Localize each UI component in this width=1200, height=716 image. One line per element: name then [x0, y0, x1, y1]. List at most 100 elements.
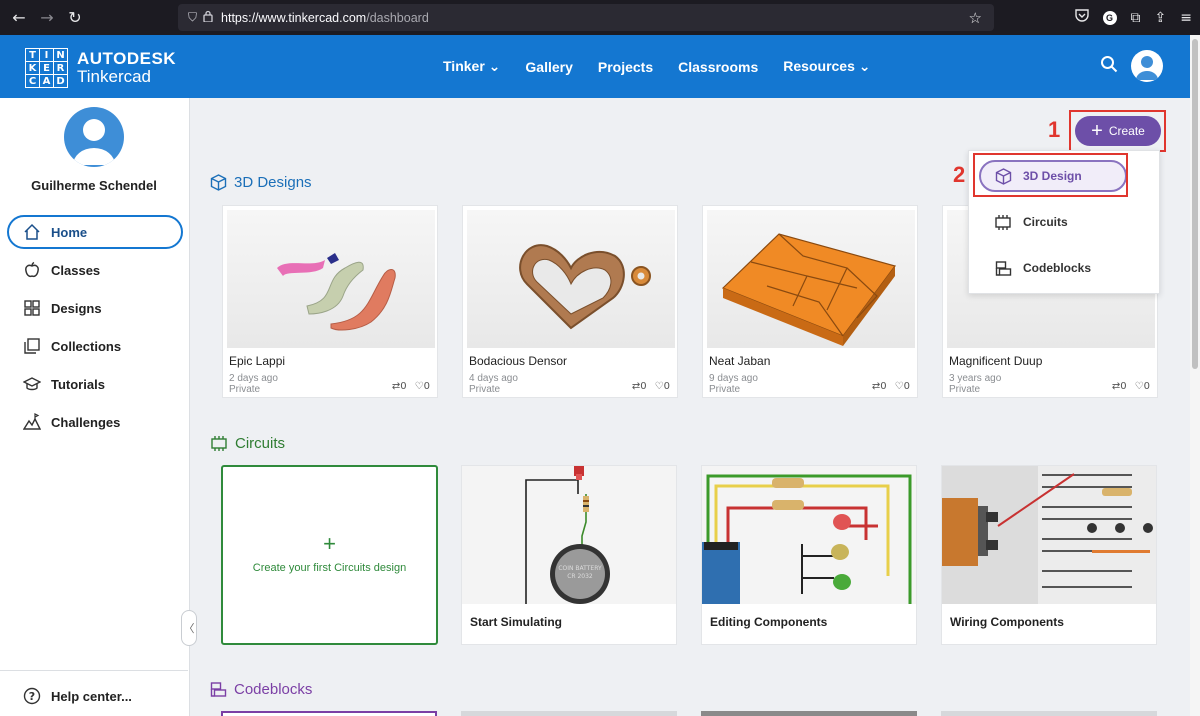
nav-tinker[interactable]: Tinker ⌄	[443, 58, 500, 75]
sidebar-item-home[interactable]: Home	[7, 215, 183, 249]
circuit-card-wiring-components[interactable]: Wiring Components	[941, 465, 1157, 645]
help-center-link[interactable]: ? Help center...	[7, 679, 183, 713]
bookmark-star-icon[interactable]: ☆	[969, 9, 982, 27]
like-stat: ♡0	[1135, 381, 1150, 392]
codeblocks-create-card-peek[interactable]	[221, 711, 437, 716]
sidebar-item-challenges[interactable]: Challenges	[7, 405, 183, 439]
design-card[interactable]: Neat Jaban 9 days ago Private ⇄0 ♡0	[702, 205, 918, 398]
heart-icon: ♡	[414, 381, 424, 392]
menu-item-codeblocks[interactable]: Codeblocks	[979, 252, 1127, 284]
circuit-card-label: Editing Components	[710, 615, 828, 629]
codeblocks-card-peek[interactable]	[941, 711, 1157, 716]
design-privacy: Private	[469, 384, 501, 395]
design-name[interactable]: Bodacious Densor	[469, 354, 567, 368]
design-privacy: Private	[709, 384, 741, 395]
share-icon[interactable]: ⇪	[1155, 10, 1167, 26]
sidebar-item-classes[interactable]: Classes	[7, 253, 183, 287]
logo-letter: R	[54, 62, 67, 74]
shield-icon: ⛉	[188, 10, 198, 24]
url-text: https://www.tinkercad.com/dashboard	[221, 11, 429, 25]
circuit-card-label: Start Simulating	[470, 615, 563, 629]
reload-icon[interactable]: ↻	[61, 8, 89, 27]
forward-arrow-icon[interactable]: →	[33, 8, 61, 27]
graduation-cap-icon	[22, 374, 42, 394]
nav-classrooms[interactable]: Classrooms	[678, 59, 758, 75]
design-meta: 9 days ago Private	[709, 373, 758, 395]
plus-icon: +	[1091, 120, 1103, 142]
menu-item-label: Circuits	[1023, 215, 1068, 229]
design-stats: ⇄0 ♡0	[392, 381, 430, 392]
remix-count: 0	[880, 381, 887, 392]
extensions-icon[interactable]: ⧉	[1131, 10, 1141, 26]
circuit-thumbnail: COIN BATTERY CR 2032	[462, 466, 676, 604]
design-thumbnail[interactable]	[227, 210, 435, 348]
like-stat: ♡0	[655, 381, 670, 392]
chip-icon	[210, 435, 228, 452]
design-date: 2 days ago	[229, 373, 278, 384]
sidebar-divider	[0, 670, 188, 671]
nav-resources[interactable]: Resources ⌄	[783, 58, 870, 75]
codeblocks-icon	[210, 681, 227, 698]
nav-gallery[interactable]: Gallery	[525, 59, 572, 75]
sidebar-item-label: Home	[51, 224, 88, 240]
annotation-highlight-3d-design	[973, 153, 1128, 197]
create-circuits-card[interactable]: + Create your first Circuits design	[221, 465, 438, 645]
back-arrow-icon[interactable]: ←	[5, 8, 33, 27]
circuit-card-start-simulating[interactable]: COIN BATTERY CR 2032 Start Simulating	[461, 465, 677, 645]
sidebar-item-tutorials[interactable]: Tutorials	[7, 367, 183, 401]
like-count: 0	[423, 381, 430, 392]
user-avatar-icon[interactable]	[1131, 50, 1163, 82]
design-name[interactable]: Neat Jaban	[709, 354, 770, 368]
sidebar-item-collections[interactable]: Collections	[7, 329, 183, 363]
annotation-number-1: 1	[1048, 117, 1061, 142]
like-count: 0	[903, 381, 910, 392]
cube-icon	[210, 174, 227, 191]
sidebar-item-label: Collections	[51, 338, 122, 354]
design-name[interactable]: Epic Lappi	[229, 354, 285, 368]
main-nav: Tinker ⌄ Gallery Projects Classrooms Res…	[443, 35, 871, 98]
help-center-label: Help center...	[51, 688, 132, 704]
design-card[interactable]: Epic Lappi 2 days ago Private ⇄0 ♡0	[222, 205, 438, 398]
create-button[interactable]: + Create	[1075, 116, 1161, 146]
search-icon[interactable]	[1100, 55, 1118, 78]
sidebar-item-designs[interactable]: Designs	[7, 291, 183, 325]
address-bar[interactable]: ⛉ https://www.tinkercad.com/dashboard ☆	[178, 4, 994, 31]
nav-projects[interactable]: Projects	[598, 59, 653, 75]
design-thumbnail[interactable]	[707, 210, 915, 348]
sidebar-item-label: Classes	[51, 262, 101, 278]
annotation-number-2: 2	[953, 162, 966, 187]
heart-icon: ♡	[894, 381, 904, 392]
design-stats: ⇄0 ♡0	[1112, 381, 1150, 392]
plus-icon: +	[323, 531, 336, 556]
design-stats: ⇄0 ♡0	[632, 381, 670, 392]
heart-icon: ♡	[1134, 381, 1144, 392]
scrollbar-thumb[interactable]	[1192, 39, 1198, 369]
design-meta: 4 days ago Private	[469, 373, 518, 395]
design-name[interactable]: Magnificent Duup	[949, 354, 1042, 368]
create-circuits-label: Create your first Circuits design	[252, 562, 407, 574]
codeblocks-card-peek[interactable]	[701, 711, 917, 716]
menu-item-label: Codeblocks	[1023, 261, 1092, 275]
tinkercad-logo[interactable]: TIN KER CAD AUTODESK Tinkercad	[25, 48, 176, 88]
like-count: 0	[1143, 381, 1150, 392]
pocket-icon[interactable]	[1074, 9, 1089, 26]
page-scrollbar[interactable]	[1190, 35, 1200, 716]
remix-count: 0	[640, 381, 647, 392]
sidebar-collapse-toggle[interactable]: 〈	[181, 610, 197, 646]
user-name[interactable]: Guilherme Schendel	[0, 178, 188, 193]
hamburger-menu-icon[interactable]: ≡	[1180, 10, 1192, 26]
circuit-card-editing-components[interactable]: Editing Components	[701, 465, 917, 645]
section-title-codeblocks[interactable]: Codeblocks	[210, 681, 312, 698]
profile-avatar-icon[interactable]	[64, 107, 124, 167]
menu-item-circuits[interactable]: Circuits	[979, 206, 1127, 238]
sidebar-item-label: Tutorials	[51, 376, 105, 392]
apple-icon	[22, 260, 42, 280]
collections-icon	[22, 336, 42, 356]
design-thumbnail[interactable]	[467, 210, 675, 348]
profile-avatar-icon[interactable]: G	[1102, 10, 1117, 25]
design-card[interactable]: Bodacious Densor 4 days ago Private ⇄0 ♡0	[462, 205, 678, 398]
help-icon: ?	[22, 686, 42, 706]
section-title-circuits[interactable]: Circuits	[210, 435, 285, 452]
section-title-3d-designs[interactable]: 3D Designs	[210, 174, 312, 191]
codeblocks-card-peek[interactable]	[461, 711, 677, 716]
